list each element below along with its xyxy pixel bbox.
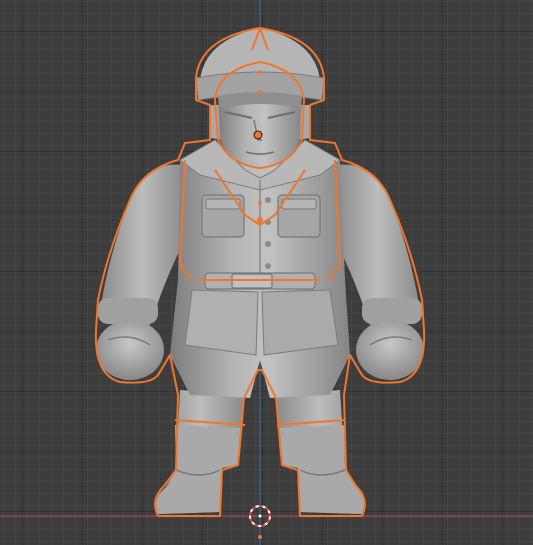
left-boot	[156, 425, 242, 514]
pivot-dot	[258, 70, 262, 74]
3d-viewport[interactable]	[0, 0, 533, 545]
pivot-dot	[258, 201, 262, 205]
coat-button	[265, 241, 271, 247]
coat-skirt-right	[261, 289, 339, 356]
pivot-dot	[257, 217, 263, 223]
right-boot	[278, 425, 364, 514]
right-fist	[356, 320, 424, 380]
pivot-dot	[258, 90, 262, 94]
pivot-dot	[258, 28, 262, 32]
origin-icon[interactable]	[253, 130, 263, 140]
coat-button	[265, 263, 271, 269]
viewport-canvas[interactable]	[0, 0, 533, 545]
coat-skirt-left	[184, 289, 259, 356]
right-pocket-flap	[281, 198, 317, 210]
pivot-dot	[258, 535, 262, 539]
left-fist	[96, 320, 164, 380]
coat-button	[265, 197, 271, 203]
